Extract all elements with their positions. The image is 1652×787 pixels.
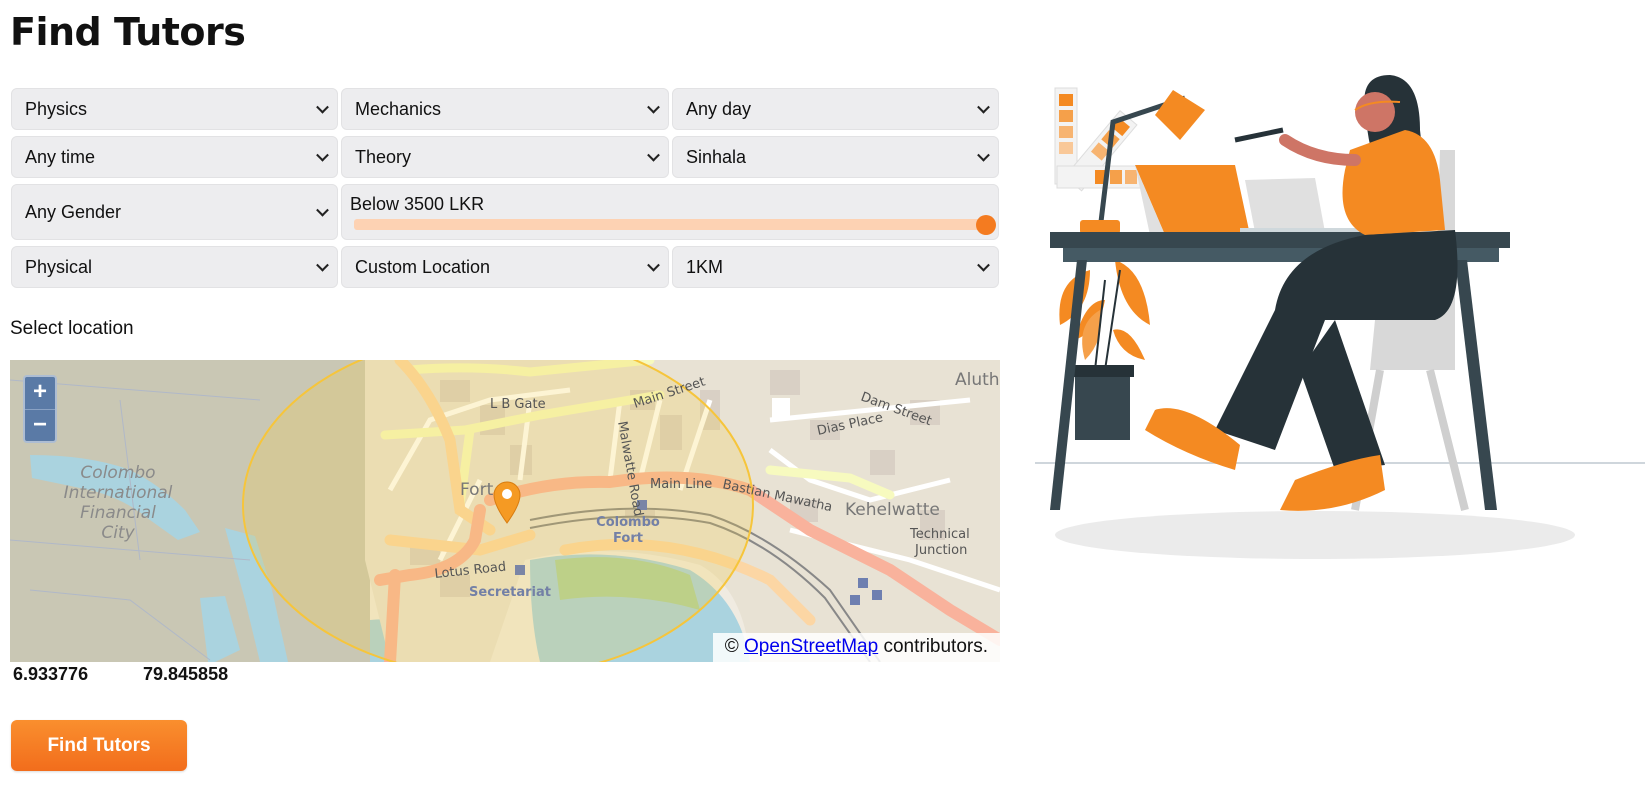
class-type-select[interactable]: Theory (341, 136, 669, 178)
map-label-kehelwatte: Kehelwatte (845, 500, 940, 520)
map-label-lb-gate: L B Gate (490, 397, 546, 412)
map-label-junction: Junction (914, 543, 967, 558)
radius-value: 1KM (686, 256, 724, 277)
map-label-international: International (64, 483, 173, 503)
openstreetmap-link[interactable]: OpenStreetMap (744, 636, 878, 657)
time-value: Any time (25, 146, 96, 167)
map-label-secretariat: Secretariat (469, 585, 551, 600)
gender-value: Any Gender (25, 201, 122, 222)
find-tutors-button[interactable]: Find Tutors (11, 720, 187, 771)
map-label-city: City (101, 523, 135, 543)
page-title: Find Tutors (10, 10, 246, 54)
zoom-out-button[interactable]: − (25, 409, 55, 441)
select-location-label: Select location (10, 318, 134, 339)
chevron-down-icon (647, 100, 660, 114)
subject-value: Physics (25, 98, 88, 119)
gender-select[interactable]: Any Gender (11, 184, 338, 240)
map-label-main-line: Main Line (650, 477, 712, 492)
latitude-value: 6.933776 (13, 664, 89, 684)
map-zoom-control: + − (23, 375, 57, 443)
price-range: Below 3500 LKR (341, 184, 999, 240)
map-label-colombo-fort-1: Colombo (596, 515, 660, 530)
zoom-in-button[interactable]: + (25, 377, 55, 409)
map-label-colombo-fort-2: Fort (613, 531, 643, 546)
map-tiles: Colombo International Financial City L B… (10, 360, 1000, 662)
map-attribution: © OpenStreetMap contributors. (712, 633, 1000, 662)
chevron-down-icon (316, 148, 329, 162)
price-label: Below 3500 LKR (350, 194, 485, 214)
mode-select[interactable]: Physical (11, 246, 338, 288)
tutor-illustration (1035, 75, 1645, 559)
location-type-select[interactable]: Custom Location (341, 246, 669, 288)
chevron-down-icon (977, 100, 990, 114)
time-select[interactable]: Any time (11, 136, 338, 178)
location-map[interactable]: Colombo International Financial City L B… (10, 360, 1000, 662)
chevron-down-icon (647, 258, 660, 272)
topic-value: Mechanics (355, 98, 442, 119)
chevron-down-icon (977, 148, 990, 162)
chevron-down-icon (316, 203, 329, 217)
location-type-value: Custom Location (355, 256, 491, 277)
language-value: Sinhala (686, 146, 747, 167)
attribution-prefix: © (724, 636, 739, 657)
price-slider-thumb[interactable] (976, 215, 996, 235)
day-value: Any day (686, 98, 752, 119)
map-label-colombo: Colombo (80, 463, 155, 483)
subject-select[interactable]: Physics (11, 88, 338, 130)
map-label-financial: Financial (80, 503, 156, 523)
language-select[interactable]: Sinhala (672, 136, 999, 178)
filter-panel: Physics Mechanics Any day Any time Theor… (11, 88, 999, 294)
topic-select[interactable]: Mechanics (341, 88, 669, 130)
map-label-technical: Technical (909, 527, 970, 542)
day-select[interactable]: Any day (672, 88, 999, 130)
class-type-value: Theory (355, 146, 412, 167)
longitude-value: 79.845858 (143, 664, 229, 684)
chevron-down-icon (647, 148, 660, 162)
price-slider[interactable] (354, 215, 996, 235)
map-label-fort: Fort (460, 480, 494, 500)
attribution-suffix: contributors. (883, 636, 988, 657)
chevron-down-icon (316, 100, 329, 114)
mode-value: Physical (25, 256, 93, 277)
chevron-down-icon (316, 258, 329, 272)
radius-select[interactable]: 1KM (672, 246, 999, 288)
map-label-aluthk: Aluthk (955, 370, 1000, 390)
person-icon (1145, 75, 1458, 511)
coordinates-readout: 6.933776 79.845858 (13, 664, 228, 685)
chevron-down-icon (977, 258, 990, 272)
